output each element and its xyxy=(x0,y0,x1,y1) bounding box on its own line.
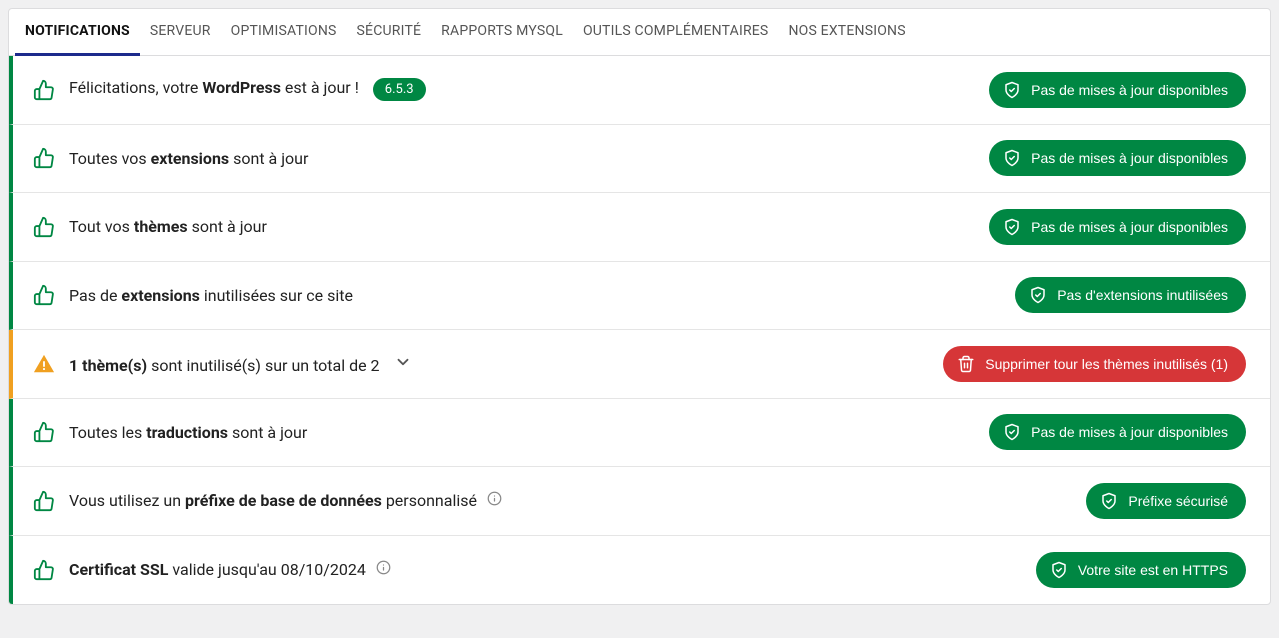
pill-label: Votre site est en HTTPS xyxy=(1078,562,1228,578)
notification-text: Vous utilisez un préfixe de base de donn… xyxy=(69,491,502,510)
row-themes-uptodate: Tout vos thèmes sont à jour Pas de mises… xyxy=(9,193,1270,262)
shield-check-icon xyxy=(1003,149,1021,167)
tab-extensions[interactable]: NOS EXTENSIONS xyxy=(778,9,915,55)
notifications-panel: NOTIFICATIONS SERVEUR OPTIMISATIONS SÉCU… xyxy=(8,8,1271,605)
thumbs-up-icon xyxy=(33,559,55,581)
row-db-prefix: Vous utilisez un préfixe de base de donn… xyxy=(9,467,1270,536)
row-wordpress-uptodate: Félicitations, votre WordPress est à jou… xyxy=(9,56,1270,125)
shield-check-icon xyxy=(1003,423,1021,441)
status-pill: Pas de mises à jour disponibles xyxy=(989,209,1246,245)
pill-label: Pas de mises à jour disponibles xyxy=(1031,82,1228,98)
warning-icon xyxy=(33,353,55,375)
pill-label: Pas d'extensions inutilisées xyxy=(1057,287,1228,303)
row-themes-unused: 1 thème(s) sont inutilisé(s) sur un tota… xyxy=(9,330,1270,399)
pill-label: Pas de mises à jour disponibles xyxy=(1031,424,1228,440)
notification-text: Toutes les traductions sont à jour xyxy=(69,423,307,442)
chevron-down-icon[interactable] xyxy=(394,353,412,371)
row-translations-uptodate: Toutes les traductions sont à jour Pas d… xyxy=(9,399,1270,468)
status-pill: Votre site est en HTTPS xyxy=(1036,552,1246,588)
row-extensions-uptodate: Toutes vos extensions sont à jour Pas de… xyxy=(9,125,1270,194)
status-pill: Pas de mises à jour disponibles xyxy=(989,140,1246,176)
notification-text: Félicitations, votre WordPress est à jou… xyxy=(69,78,426,101)
tab-rapports-mysql[interactable]: RAPPORTS MYSQL xyxy=(431,9,573,55)
thumbs-up-icon xyxy=(33,284,55,306)
row-ssl: Certificat SSL valide jusqu'au 08/10/202… xyxy=(9,536,1270,605)
thumbs-up-icon xyxy=(33,490,55,512)
thumbs-up-icon xyxy=(33,147,55,169)
tab-outils[interactable]: OUTILS COMPLÉMENTAIRES xyxy=(573,9,779,55)
shield-check-icon xyxy=(1100,492,1118,510)
thumbs-up-icon xyxy=(33,216,55,238)
shield-check-icon xyxy=(1003,218,1021,236)
status-pill: Préfixe sécurisé xyxy=(1086,483,1246,519)
status-pill: Pas de mises à jour disponibles xyxy=(989,72,1246,108)
pill-label: Préfixe sécurisé xyxy=(1128,493,1228,509)
tab-notifications[interactable]: NOTIFICATIONS xyxy=(15,9,140,56)
tab-securite[interactable]: SÉCURITÉ xyxy=(347,9,432,55)
status-pill: Pas d'extensions inutilisées xyxy=(1015,277,1246,313)
notification-text: Certificat SSL valide jusqu'au 08/10/202… xyxy=(69,560,391,579)
trash-icon xyxy=(957,355,975,373)
pill-label: Pas de mises à jour disponibles xyxy=(1031,219,1228,235)
thumbs-up-icon xyxy=(33,79,55,101)
notification-text[interactable]: 1 thème(s) sont inutilisé(s) sur un tota… xyxy=(69,353,412,375)
notification-text: Pas de extensions inutilisées sur ce sit… xyxy=(69,286,353,305)
pill-label: Pas de mises à jour disponibles xyxy=(1031,150,1228,166)
shield-check-icon xyxy=(1050,561,1068,579)
info-icon[interactable] xyxy=(487,491,502,506)
tab-serveur[interactable]: SERVEUR xyxy=(140,9,221,55)
tab-bar: NOTIFICATIONS SERVEUR OPTIMISATIONS SÉCU… xyxy=(9,9,1270,56)
info-icon[interactable] xyxy=(376,560,391,575)
row-extensions-unused: Pas de extensions inutilisées sur ce sit… xyxy=(9,262,1270,331)
delete-unused-themes-button[interactable]: Supprimer tour les thèmes inutilisés (1) xyxy=(943,346,1246,382)
status-pill: Pas de mises à jour disponibles xyxy=(989,414,1246,450)
thumbs-up-icon xyxy=(33,421,55,443)
notification-text: Toutes vos extensions sont à jour xyxy=(69,149,308,168)
version-badge: 6.5.3 xyxy=(373,78,426,101)
shield-check-icon xyxy=(1003,81,1021,99)
notification-list: Félicitations, votre WordPress est à jou… xyxy=(9,56,1270,604)
notification-text: Tout vos thèmes sont à jour xyxy=(69,217,267,236)
pill-label: Supprimer tour les thèmes inutilisés (1) xyxy=(985,356,1228,372)
tab-optimisations[interactable]: OPTIMISATIONS xyxy=(221,9,347,55)
shield-check-icon xyxy=(1029,286,1047,304)
